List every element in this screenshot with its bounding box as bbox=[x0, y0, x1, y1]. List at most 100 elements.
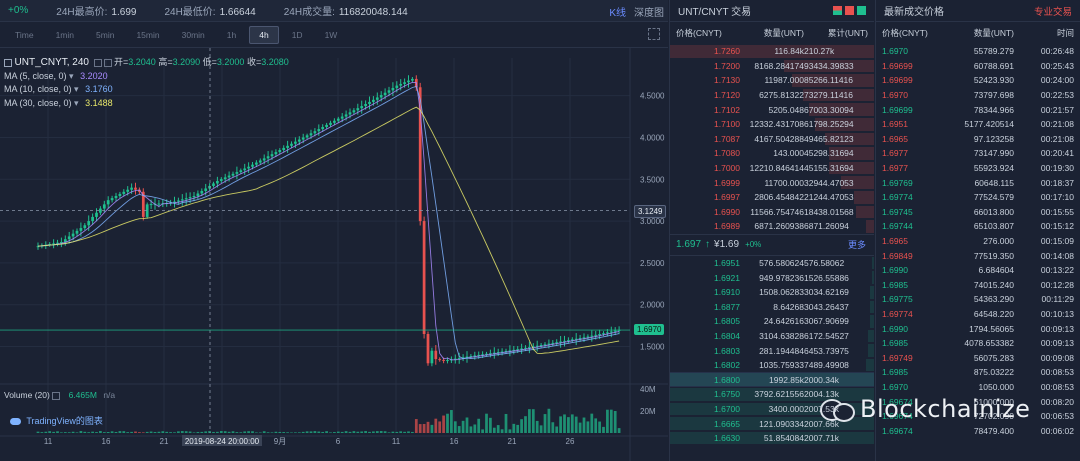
ask-amount: 2806.454842 bbox=[754, 192, 804, 203]
trade-amount: 78479.400 bbox=[973, 425, 1014, 436]
candle-body bbox=[321, 127, 325, 130]
volume-bar bbox=[582, 417, 586, 433]
ask-row[interactable]: 1.7080 143.000 45298.31694 bbox=[670, 146, 874, 161]
volume-bar bbox=[481, 429, 484, 433]
volume-bar bbox=[418, 424, 422, 433]
volume-bar bbox=[75, 432, 79, 433]
ask-price: 1.6990 bbox=[714, 206, 740, 217]
volume-bar bbox=[282, 432, 286, 433]
trade-time: 00:20:41 bbox=[1040, 148, 1074, 159]
bid-row[interactable]: 1.6665 121.090334 2007.66k bbox=[670, 416, 874, 431]
timeframe-15min[interactable]: 15min bbox=[127, 27, 168, 43]
view-both-icon[interactable] bbox=[833, 6, 842, 15]
ask-row[interactable]: 1.6989 6871.260938 6871.26094 bbox=[670, 219, 874, 234]
close-icon[interactable] bbox=[103, 58, 112, 67]
bid-row[interactable]: 1.6877 8.64268 3043.26437 bbox=[670, 300, 874, 315]
ask-row[interactable]: 1.6997 2806.454842 21244.47053 bbox=[670, 190, 874, 205]
chevron-down-icon[interactable]: ▾ bbox=[72, 98, 82, 108]
price-tick-label: 4.0000 bbox=[640, 133, 665, 142]
bid-row[interactable]: 1.6921 949.978236 1526.55886 bbox=[670, 270, 874, 285]
volume-bar bbox=[535, 420, 539, 433]
volume-bar bbox=[469, 426, 473, 433]
trade-row: 1.69699 60788.691 00:25:43 bbox=[876, 59, 1080, 74]
volume-bar bbox=[149, 431, 153, 433]
more-link[interactable]: 更多 bbox=[848, 238, 866, 251]
volume-bar bbox=[321, 431, 325, 433]
expand-chart-icon[interactable] bbox=[648, 28, 660, 40]
collapse-icon[interactable] bbox=[4, 58, 12, 67]
settings-icon[interactable] bbox=[93, 58, 102, 67]
timeframe-5min[interactable]: 5min bbox=[87, 27, 123, 43]
trade-time: 00:15:12 bbox=[1040, 221, 1074, 232]
bid-price: 1.6665 bbox=[714, 418, 740, 429]
ask-row[interactable]: 1.7102 5205.048 67003.30094 bbox=[670, 102, 874, 117]
candlestick-chart[interactable]: 4.5000 4.0000 3.5000 3.0000 2.5000 2.0000 1.50… bbox=[0, 28, 668, 461]
volume-bar bbox=[364, 431, 367, 433]
chevron-down-icon[interactable]: ▾ bbox=[72, 84, 82, 94]
timeframe-time[interactable]: Time bbox=[6, 27, 43, 43]
trade-time: 00:11:29 bbox=[1041, 294, 1074, 305]
candle-body bbox=[91, 216, 94, 222]
bid-row[interactable]: 1.6800 1992.85k 2000.34k bbox=[670, 372, 874, 388]
volume-bar bbox=[403, 431, 406, 433]
trade-time: 00:17:10 bbox=[1040, 192, 1074, 203]
ask-row[interactable]: 1.6999 11700.000 32944.47053 bbox=[670, 175, 874, 190]
tradingview-logo[interactable]: TradingView的图表 bbox=[10, 414, 103, 427]
tab-depth[interactable]: 深度图 bbox=[634, 4, 664, 19]
volume-bar bbox=[594, 418, 598, 433]
bid-row[interactable]: 1.6805 24.642616 3067.90699 bbox=[670, 314, 874, 329]
volume-bar bbox=[301, 431, 305, 433]
bid-row[interactable]: 1.6803 281.194484 6453.73975 bbox=[670, 343, 874, 358]
ask-row[interactable]: 1.7130 11987.000 85266.11416 bbox=[670, 73, 874, 88]
candle-body bbox=[411, 78, 414, 81]
timeframe-1d[interactable]: 1D bbox=[283, 27, 312, 43]
volume-bar bbox=[555, 426, 559, 433]
timeframe-4h[interactable]: 4h bbox=[249, 25, 279, 44]
candle-body bbox=[403, 82, 406, 84]
bid-row[interactable]: 1.6802 1035.75933 7489.49908 bbox=[670, 358, 874, 373]
pro-trading-link[interactable]: 专业交易 bbox=[1034, 4, 1072, 18]
candle-body bbox=[83, 225, 87, 229]
timeframe-1min[interactable]: 1min bbox=[47, 27, 83, 43]
timeframe-1h[interactable]: 1h bbox=[218, 27, 245, 43]
volume-bar bbox=[274, 431, 278, 433]
ask-row[interactable]: 1.7087 4167.504288 49465.82123 bbox=[670, 132, 874, 147]
volume-bar bbox=[67, 432, 71, 433]
ask-row[interactable]: 1.7100 12332.431708 61798.25294 bbox=[670, 117, 874, 132]
bid-row[interactable]: 1.6951 576.580624 576.58062 bbox=[670, 256, 874, 271]
volume-bar bbox=[95, 432, 98, 433]
volume-bar bbox=[586, 421, 590, 433]
ask-row[interactable]: 1.7200 8168.284174 93434.39833 bbox=[670, 59, 874, 74]
timeframe-30min[interactable]: 30min bbox=[173, 27, 214, 43]
bid-row[interactable]: 1.6910 1508.06283 3034.62169 bbox=[670, 285, 874, 300]
candle-body bbox=[95, 212, 98, 217]
view-asks-icon[interactable] bbox=[845, 6, 854, 15]
view-bids-icon[interactable] bbox=[857, 6, 866, 15]
candle-body bbox=[204, 188, 208, 191]
bid-row[interactable]: 1.6630 51.854084 2007.71k bbox=[670, 431, 874, 446]
candle-body bbox=[286, 145, 289, 148]
high-24h: 24H最高价: 1.699 bbox=[56, 3, 136, 18]
ask-row[interactable]: 1.7000 12210.846414 45155.31694 bbox=[670, 161, 874, 176]
volume-settings-icon[interactable] bbox=[52, 391, 61, 400]
volume-bar bbox=[387, 432, 391, 433]
ask-price: 1.7120 bbox=[714, 90, 740, 101]
cloud-icon bbox=[10, 418, 21, 426]
tab-kline[interactable]: K线 bbox=[609, 4, 626, 19]
trades-list: 1.6970 55789.279 00:26:48 1.69699 60788.691 0… bbox=[876, 44, 1080, 438]
col-total: 累计(UNT) bbox=[827, 28, 868, 38]
volume-bar bbox=[574, 416, 578, 433]
ask-row[interactable]: 1.7260 116.84k 210.27k bbox=[670, 44, 874, 59]
ask-row[interactable]: 1.6990 11566.754746 18438.01568 bbox=[670, 205, 874, 220]
volume-bar bbox=[60, 432, 63, 433]
volume-bar bbox=[52, 431, 55, 433]
ask-row[interactable]: 1.7120 6275.81322 73279.11416 bbox=[670, 88, 874, 103]
trade-amount: 875.03222 bbox=[973, 367, 1014, 378]
volume-bar bbox=[602, 426, 605, 433]
candle-body bbox=[270, 154, 274, 157]
bid-row[interactable]: 1.6804 3104.63828 6172.54527 bbox=[670, 329, 874, 344]
timeframe-1w[interactable]: 1W bbox=[316, 27, 347, 43]
trade-price: 1.6970 bbox=[882, 381, 908, 392]
chevron-down-icon[interactable]: ▾ bbox=[67, 71, 77, 81]
ask-amount: 143.000 bbox=[773, 148, 804, 159]
